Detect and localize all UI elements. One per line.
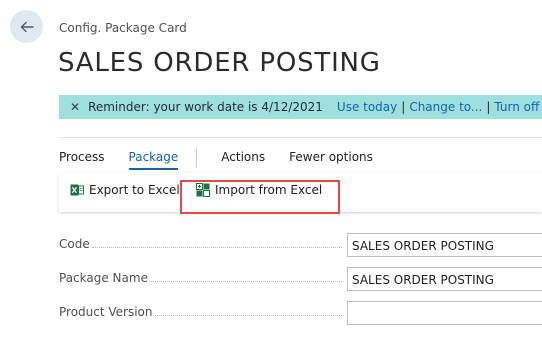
divider bbox=[59, 137, 542, 138]
tab-actions[interactable]: Actions bbox=[221, 150, 265, 164]
back-button[interactable] bbox=[10, 10, 43, 43]
tab-process[interactable]: Process bbox=[59, 150, 105, 164]
field-product-version: Product Version bbox=[59, 301, 542, 325]
close-icon[interactable]: ✕ bbox=[70, 100, 80, 114]
work-date-reminder-bar: ✕ Reminder: your work date is 4/12/2021 … bbox=[59, 95, 542, 119]
export-to-excel-button[interactable]: Export to Excel bbox=[70, 183, 180, 197]
turn-off-reminder-link[interactable]: Turn off rem bbox=[494, 100, 542, 114]
field-label: Package Name bbox=[59, 271, 148, 285]
page-title: SALES ORDER POSTING bbox=[58, 48, 381, 78]
divider bbox=[196, 147, 198, 167]
code-input[interactable]: SALES ORDER POSTING bbox=[347, 233, 542, 257]
reminder-message: Reminder: your work date is 4/12/2021 bbox=[88, 100, 323, 114]
field-label: Code bbox=[59, 237, 90, 251]
leader-dots bbox=[92, 247, 342, 248]
product-version-input[interactable] bbox=[347, 301, 542, 325]
leader-dots bbox=[155, 315, 342, 316]
leader-dots bbox=[149, 281, 342, 282]
field-label: Product Version bbox=[59, 305, 153, 319]
package-name-input[interactable]: SALES ORDER POSTING bbox=[347, 267, 542, 291]
tab-fewer-options[interactable]: Fewer options bbox=[289, 150, 373, 164]
use-today-link[interactable]: Use today bbox=[337, 100, 397, 114]
field-code: Code SALES ORDER POSTING bbox=[59, 233, 542, 257]
action-tabs: Process Package Actions Fewer options bbox=[59, 145, 397, 170]
change-to-link[interactable]: Change to... bbox=[409, 100, 482, 114]
field-package-name: Package Name SALES ORDER POSTING bbox=[59, 267, 542, 291]
highlight-box bbox=[180, 180, 340, 214]
arrow-left-icon bbox=[20, 21, 34, 32]
export-to-excel-label: Export to Excel bbox=[89, 183, 180, 197]
separator: | bbox=[486, 100, 491, 114]
tab-package[interactable]: Package bbox=[128, 150, 178, 170]
separator: | bbox=[401, 100, 406, 114]
breadcrumb: Config. Package Card bbox=[59, 21, 187, 35]
excel-export-icon bbox=[70, 184, 84, 196]
